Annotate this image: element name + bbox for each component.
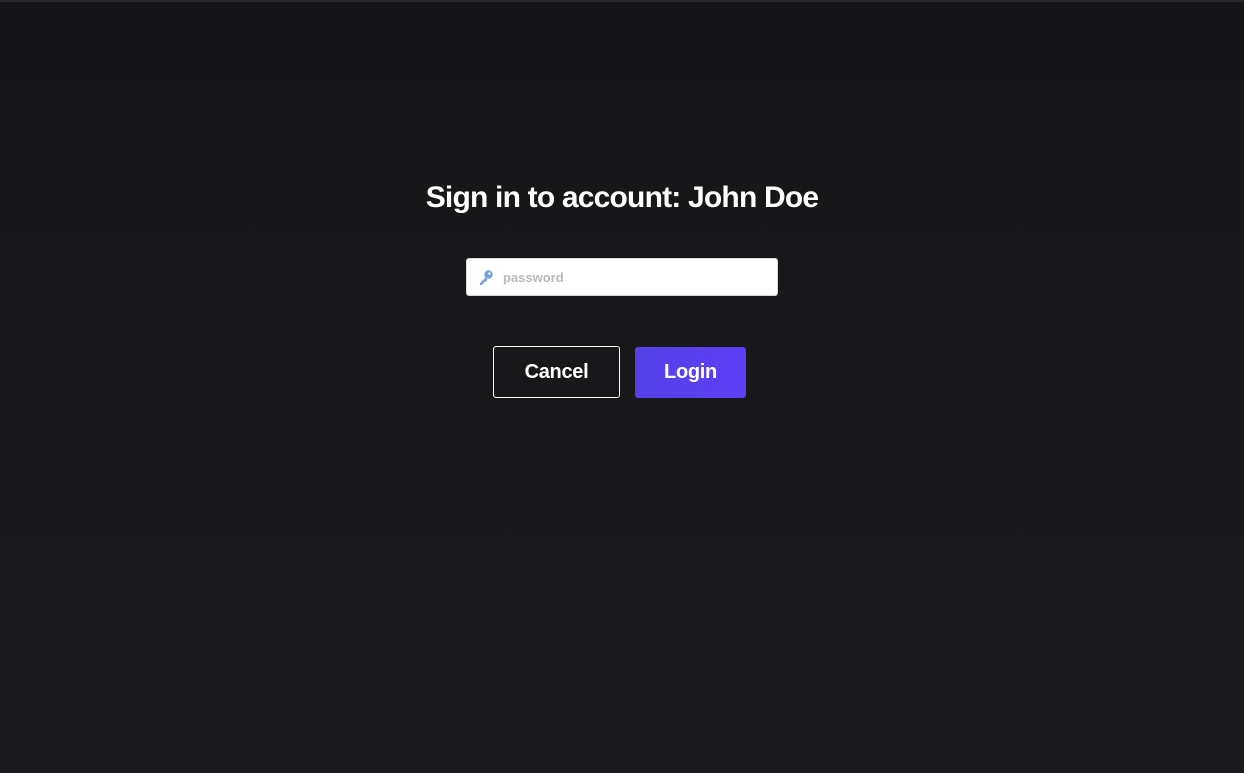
key-icon bbox=[477, 268, 495, 286]
sign-in-dialog: Sign in to account: John Doe Cancel Logi… bbox=[0, 0, 1244, 773]
login-button[interactable]: Login bbox=[635, 347, 746, 398]
dialog-title: Sign in to account: John Doe bbox=[425, 181, 819, 214]
password-input[interactable] bbox=[503, 259, 771, 295]
password-field[interactable] bbox=[466, 258, 778, 296]
cancel-button[interactable]: Cancel bbox=[493, 346, 620, 398]
